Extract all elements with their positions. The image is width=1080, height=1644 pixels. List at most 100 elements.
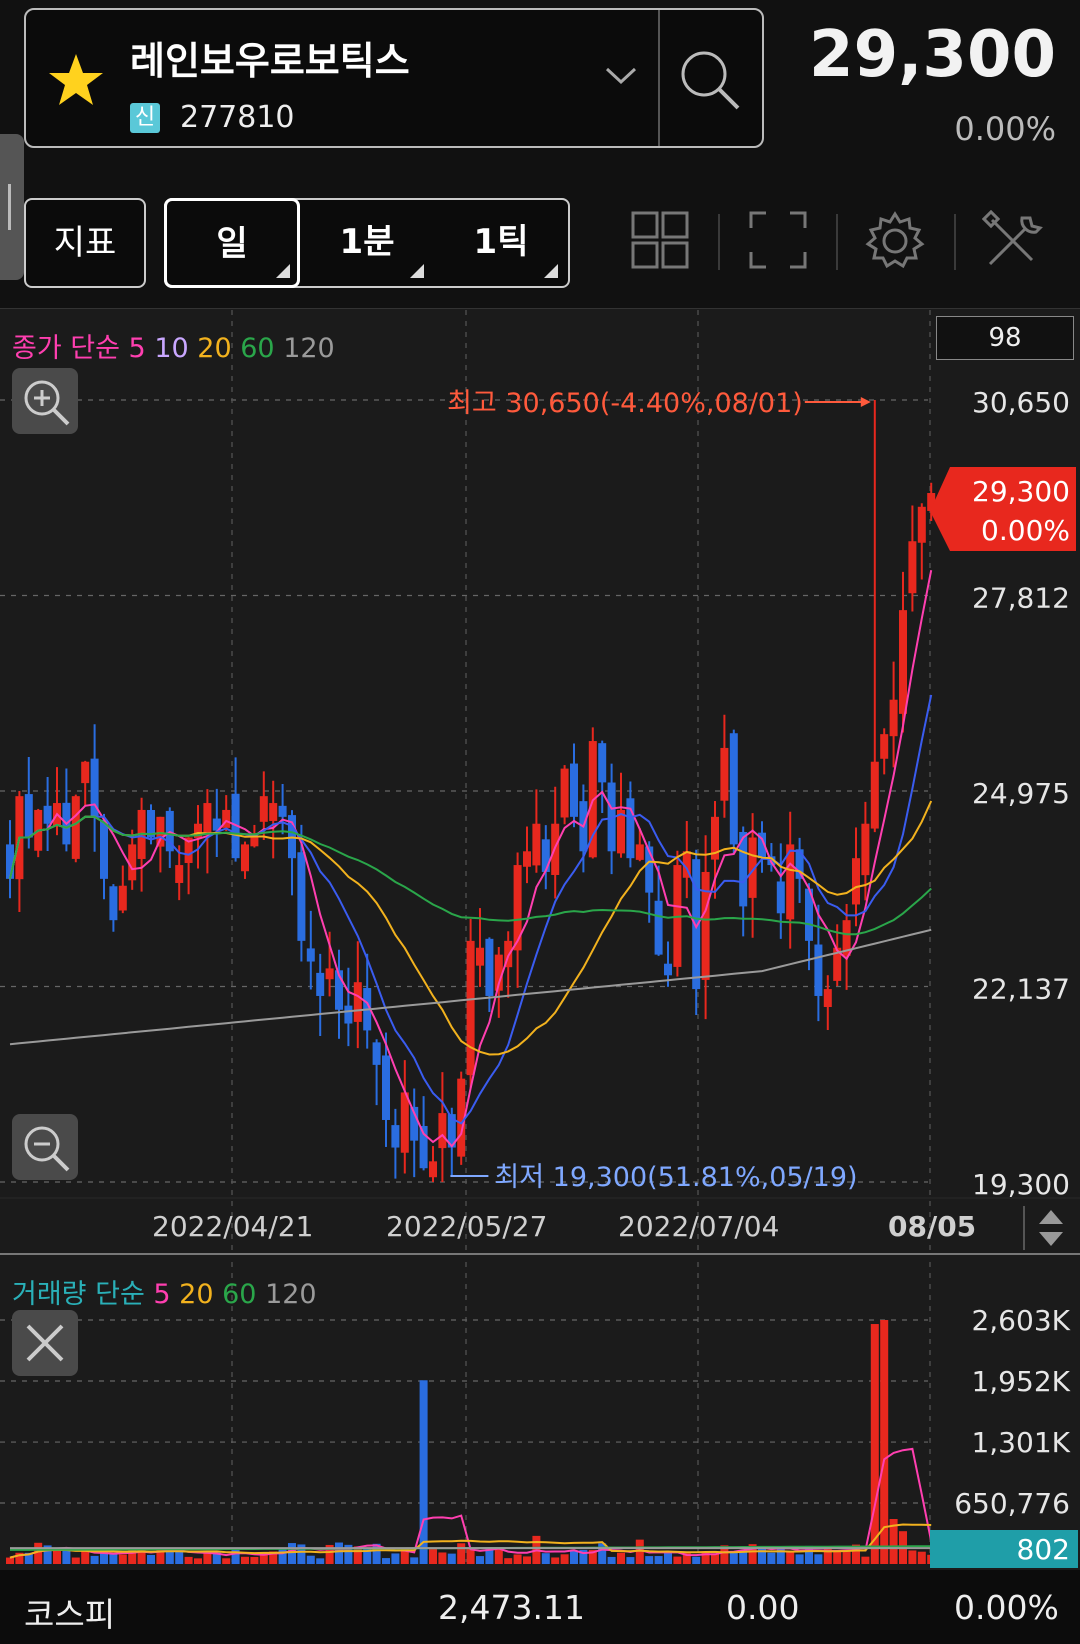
candle-body: [118, 885, 127, 911]
candle-body: [870, 761, 879, 829]
current-volume-value: 802: [1017, 1533, 1070, 1566]
volume-bar: [917, 1551, 926, 1564]
zoom-in-button[interactable]: [12, 368, 78, 434]
legend-ma5: 5: [128, 333, 146, 364]
index-bar[interactable]: 코스피 2,473.11 0.00 0.00%: [0, 1570, 1080, 1644]
volume-bar: [175, 1550, 184, 1564]
stock-code: 277810: [180, 100, 295, 135]
low-annotation: 최저 19,300(51.81%,05/19): [494, 1162, 857, 1193]
volume-bar: [71, 1557, 80, 1564]
fullscreen-icon[interactable]: [748, 210, 808, 270]
volume-bar: [194, 1558, 202, 1564]
candle-body: [24, 794, 33, 838]
volume-bar: [278, 1547, 287, 1564]
candlestick-chart[interactable]: 30,650 27,812 24,975 22,137 19,300 최고 30,650(…: [0, 308, 1080, 1570]
candle-body: [100, 819, 108, 879]
close-icon: [26, 1324, 64, 1362]
volume-bar: [109, 1553, 118, 1564]
price-change-pct: 0.00%: [954, 110, 1056, 148]
candle-body: [259, 796, 268, 822]
volume-bar: [81, 1551, 90, 1564]
price-ma-legend: 종가 단순 5 10 20 60 120: [12, 326, 335, 365]
volume-bar: [842, 1551, 851, 1564]
candle-body: [400, 1092, 409, 1153]
legend-vma120: 120: [265, 1279, 317, 1310]
chevron-down-icon[interactable]: [604, 66, 638, 86]
volume-bar: [645, 1556, 654, 1564]
search-icon[interactable]: [678, 48, 742, 112]
star-icon[interactable]: [46, 52, 106, 108]
volume-y-tick-label: 2,603K: [971, 1304, 1070, 1337]
volume-bar: [391, 1553, 400, 1564]
candle-body: [325, 968, 334, 980]
candle-body: [476, 947, 484, 966]
candle-body: [241, 844, 249, 872]
candle-body: [466, 940, 475, 1076]
candle-body: [617, 809, 625, 854]
dropdown-corner-icon: [410, 264, 424, 278]
index-value: 2,473.11: [438, 1588, 585, 1627]
volume-bar: [541, 1553, 550, 1564]
volume-bar: [250, 1556, 259, 1564]
legend-ma60: 60: [240, 333, 275, 364]
candle-body: [701, 871, 710, 980]
candle-body: [175, 865, 184, 883]
index-change: 0.00: [726, 1588, 800, 1627]
volume-bar: [438, 1552, 447, 1564]
volume-bar: [692, 1556, 701, 1564]
close-volume-button[interactable]: [12, 1310, 78, 1376]
volume-bar: [814, 1554, 823, 1564]
x-tick-label: 2022/05/27: [386, 1210, 548, 1243]
candle-body: [81, 761, 90, 784]
volume-ma-legend: 거래량 단순 5 20 60 120: [12, 1272, 317, 1311]
grid-layout-icon[interactable]: [630, 210, 690, 270]
volume-bar: [241, 1556, 249, 1564]
volume-bar: [410, 1557, 419, 1564]
candle-body: [278, 805, 287, 817]
volume-y-tick-label: 650,776: [954, 1487, 1070, 1520]
volume-bar: [673, 1556, 682, 1564]
candle-body: [316, 972, 325, 996]
candle-body: [391, 1125, 400, 1148]
indicator-button[interactable]: 지표: [24, 198, 146, 288]
header-divider: [658, 10, 660, 146]
candle-body: [570, 763, 578, 817]
volume-bar: [429, 1548, 437, 1564]
legend-prefix: 종가 단순: [12, 333, 120, 364]
dropdown-corner-icon: [276, 264, 290, 278]
scroll-arrows-icon[interactable]: [1036, 1206, 1066, 1250]
y-tick-label: 22,137: [972, 973, 1070, 1006]
legend-vma5: 5: [153, 1279, 171, 1310]
current-price: 29,300: [809, 18, 1056, 92]
index-change-pct: 0.00%: [954, 1588, 1059, 1627]
x-tick-label: 2022/07/04: [618, 1210, 780, 1243]
high-pointer-arrow: [860, 397, 871, 407]
volume-bar: [551, 1557, 560, 1564]
volume-bar: [870, 1324, 879, 1564]
zoom-out-button[interactable]: [12, 1114, 78, 1180]
volume-bar: [607, 1556, 616, 1564]
stock-name: 레인보우로보틱스: [130, 39, 410, 83]
side-drawer-handle[interactable]: [0, 134, 24, 280]
candle-body: [814, 944, 823, 996]
candle-body: [438, 1113, 447, 1149]
legend-vma60: 60: [222, 1279, 257, 1310]
volume-bar: [513, 1554, 522, 1564]
candle-body: [899, 610, 907, 714]
tools-icon[interactable]: [982, 210, 1044, 272]
toolbar-separator: [954, 214, 956, 270]
volume-bar: [457, 1543, 466, 1564]
candle-body: [861, 823, 870, 876]
volume-bar: [184, 1556, 193, 1564]
volume-bar: [654, 1556, 663, 1564]
gear-icon[interactable]: [864, 210, 926, 272]
candle-body: [485, 938, 494, 996]
candle-body: [664, 963, 672, 976]
x-tick-label: 08/05: [888, 1210, 977, 1243]
candle-body: [156, 816, 165, 847]
candle-body: [297, 852, 306, 941]
candle-count-box[interactable]: 98: [936, 316, 1074, 360]
current-price-tag-change: 0.00%: [981, 514, 1070, 547]
volume-bar: [231, 1548, 240, 1564]
volume-bar: [833, 1551, 842, 1564]
